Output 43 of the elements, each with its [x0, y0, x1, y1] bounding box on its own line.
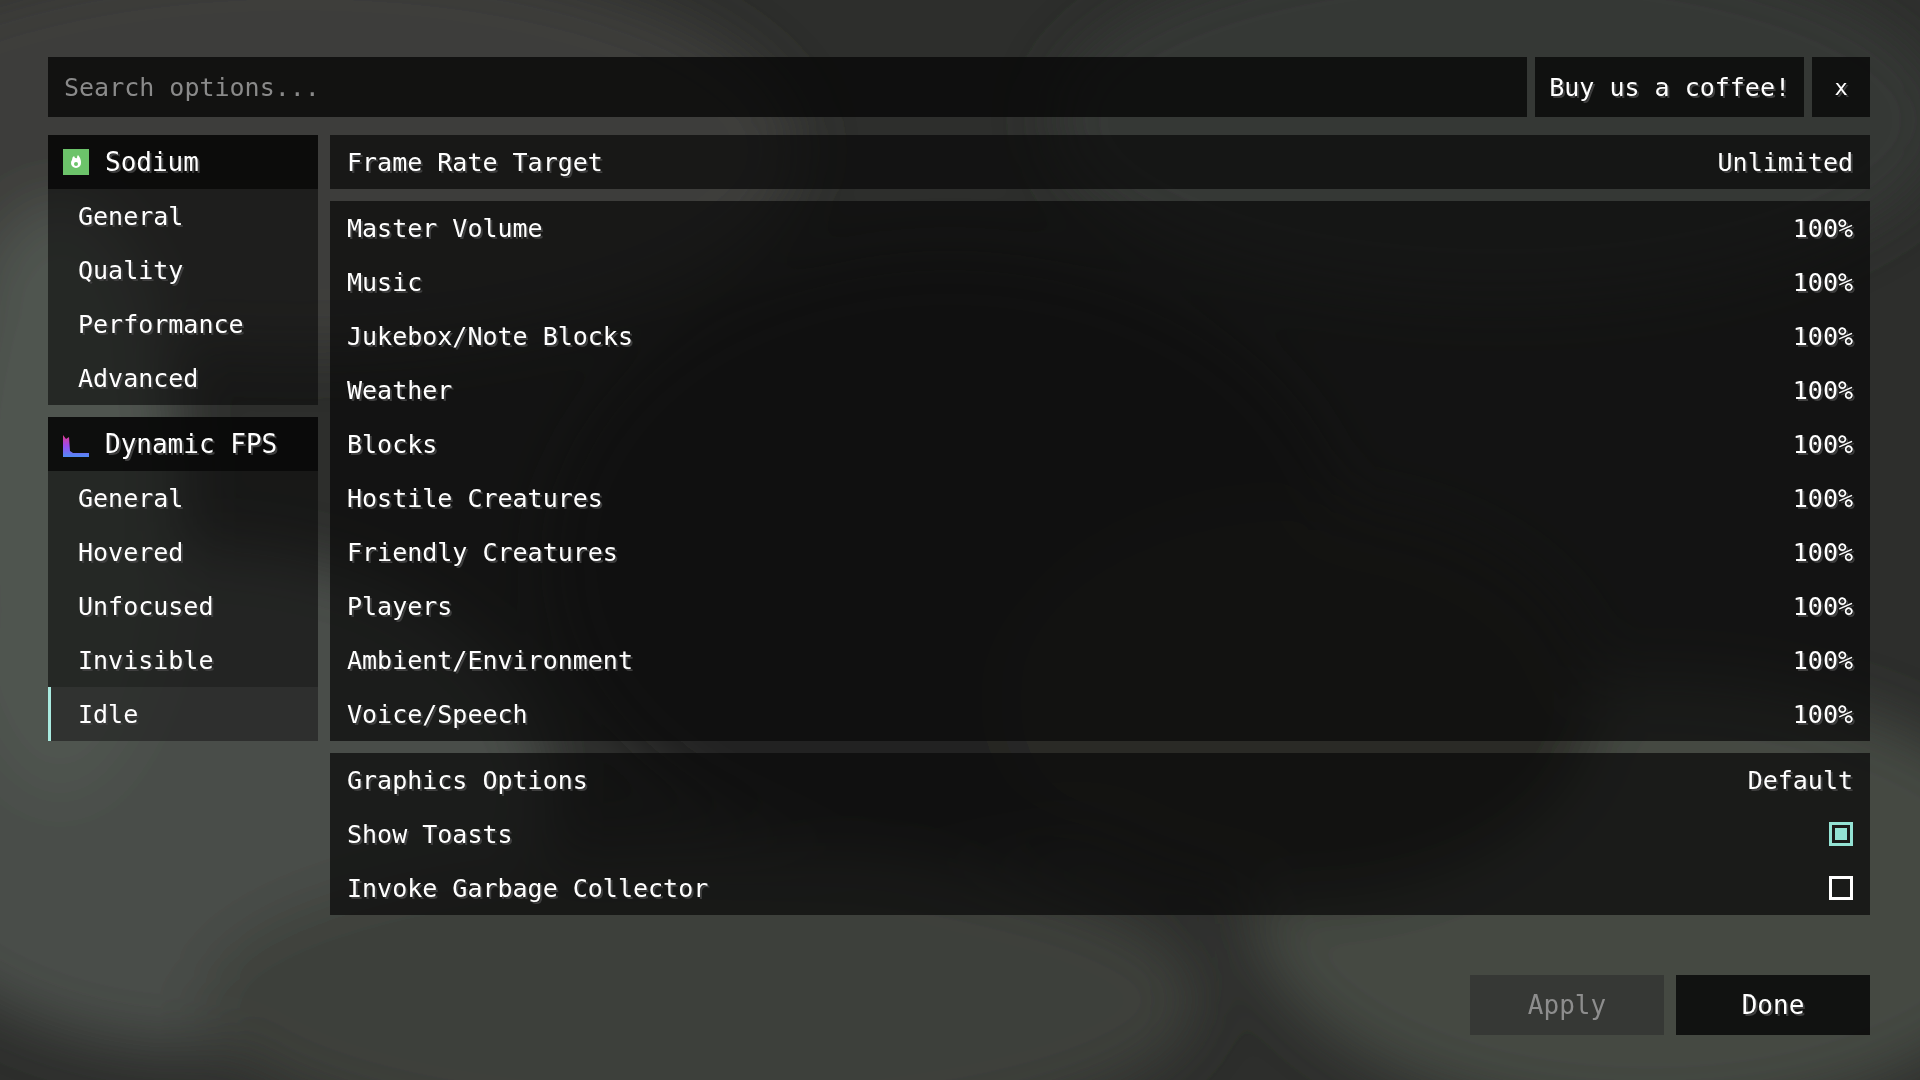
mod-title: Sodium: [105, 147, 199, 177]
option-value[interactable]: 100%: [1792, 537, 1853, 567]
option-label: Voice/Speech: [347, 699, 528, 729]
option-value[interactable]: Unlimited: [1717, 147, 1853, 177]
sidebar-item[interactable]: Advanced: [48, 351, 318, 405]
option-value[interactable]: 100%: [1792, 321, 1853, 351]
sidebar-item[interactable]: Idle: [48, 687, 318, 741]
option-label: Music: [347, 267, 423, 297]
sidebar-item[interactable]: Invisible: [48, 633, 318, 687]
done-button[interactable]: Done: [1676, 975, 1870, 1035]
option-value[interactable]: 100%: [1792, 267, 1853, 297]
option-value[interactable]: 100%: [1792, 213, 1853, 243]
option-label: Master Volume: [347, 213, 543, 243]
option-value[interactable]: 100%: [1792, 699, 1853, 729]
sidebar-item[interactable]: Quality: [48, 243, 318, 297]
option-value[interactable]: 100%: [1792, 375, 1853, 405]
sidebar-item[interactable]: Unfocused: [48, 579, 318, 633]
mod-title: Dynamic FPS: [105, 429, 278, 459]
checkbox[interactable]: [1829, 822, 1853, 846]
option-label: Hostile Creatures: [347, 483, 603, 513]
option-label: Players: [347, 591, 453, 621]
flame-icon: [63, 149, 89, 175]
option-value[interactable]: 100%: [1792, 483, 1853, 513]
sidebar-item[interactable]: Hovered: [48, 525, 318, 579]
option-label: Show Toasts: [347, 819, 513, 849]
close-button[interactable]: x: [1812, 57, 1870, 117]
option-label: Blocks: [347, 429, 438, 459]
option-label: Ambient/Environment: [347, 645, 633, 675]
option-value[interactable]: 100%: [1792, 591, 1853, 621]
option-label: Frame Rate Target: [347, 147, 603, 177]
option-value[interactable]: 100%: [1792, 645, 1853, 675]
option-label: Friendly Creatures: [347, 537, 618, 567]
option-value[interactable]: Default: [1747, 765, 1853, 795]
sidebar-item[interactable]: General: [48, 471, 318, 525]
option-label: Graphics Options: [347, 765, 588, 795]
option-value[interactable]: 100%: [1792, 429, 1853, 459]
sidebar-item[interactable]: General: [48, 189, 318, 243]
sidebar-item[interactable]: Performance: [48, 297, 318, 351]
option-label: Jukebox/Note Blocks: [347, 321, 633, 351]
search-field[interactable]: Search options...: [48, 57, 1528, 117]
donate-button[interactable]: Buy us a coffee!: [1535, 57, 1804, 117]
option-label: Invoke Garbage Collector: [347, 873, 709, 903]
option-label: Weather: [347, 375, 453, 405]
